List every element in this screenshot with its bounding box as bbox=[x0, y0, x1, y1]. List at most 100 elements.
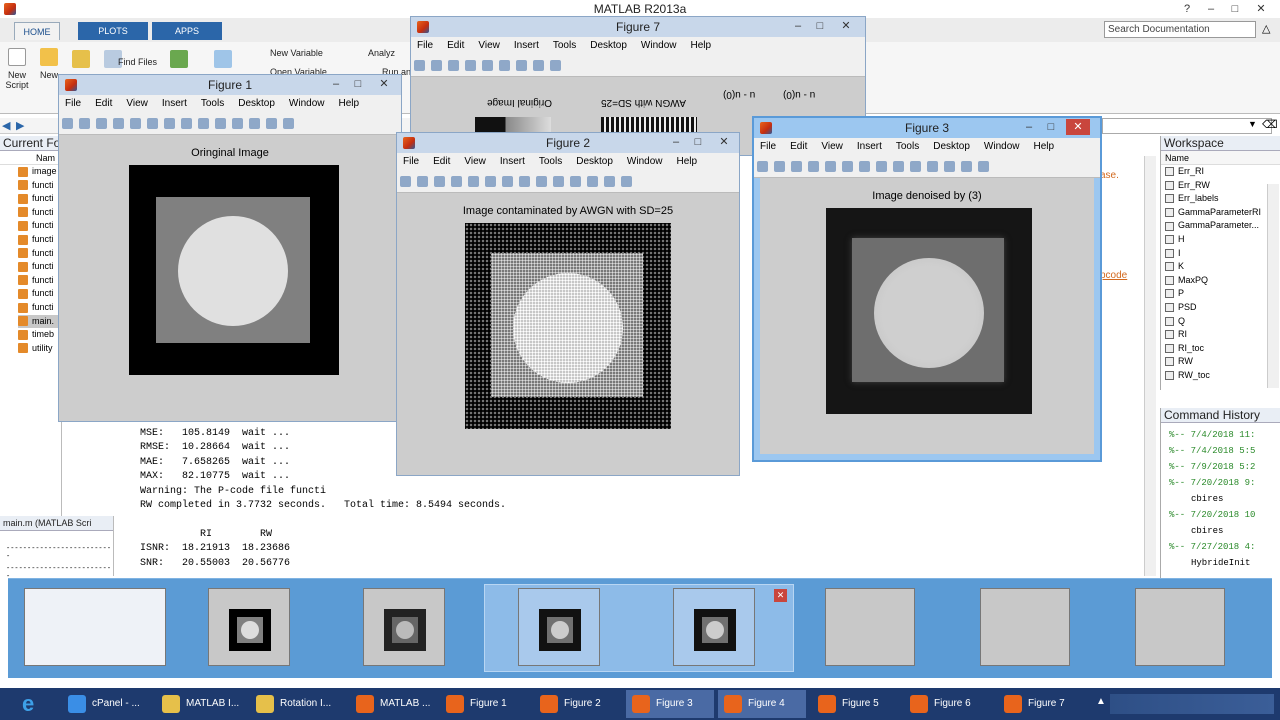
workspace-variable[interactable]: H bbox=[1165, 233, 1280, 247]
workspace-variable[interactable]: RI bbox=[1165, 328, 1280, 342]
data-cursor-icon[interactable] bbox=[553, 176, 564, 187]
minimize-icon[interactable]: – bbox=[665, 133, 687, 151]
zoom-in-icon[interactable] bbox=[485, 176, 496, 187]
thumb-matlab-desktop[interactable] bbox=[24, 588, 166, 666]
menu-file[interactable]: File bbox=[403, 156, 419, 167]
zoom-out-icon[interactable] bbox=[859, 161, 870, 172]
thumb-figure-3[interactable] bbox=[518, 588, 600, 666]
menu-edit[interactable]: Edit bbox=[95, 98, 112, 109]
legend-icon[interactable] bbox=[978, 161, 989, 172]
new-button[interactable]: New bbox=[38, 48, 60, 80]
path-dropdown[interactable]: ▼ bbox=[1102, 118, 1272, 134]
maximize-icon[interactable]: □ bbox=[809, 17, 831, 35]
rotate-icon[interactable] bbox=[550, 60, 561, 71]
workspace-variable[interactable]: PSD bbox=[1165, 301, 1280, 315]
menu-file[interactable]: File bbox=[65, 98, 81, 109]
minimize-icon[interactable]: – bbox=[1018, 118, 1040, 136]
open-icon[interactable] bbox=[431, 60, 442, 71]
folder-item[interactable]: image bbox=[18, 165, 61, 179]
history-entry[interactable]: %-- 7/20/2018 9: bbox=[1169, 475, 1280, 491]
print-icon[interactable] bbox=[451, 176, 462, 187]
new-figure-icon[interactable] bbox=[400, 176, 411, 187]
new-figure-icon[interactable] bbox=[62, 118, 73, 129]
brush-icon[interactable] bbox=[927, 161, 938, 172]
brush-icon[interactable] bbox=[232, 118, 243, 129]
taskbar-button[interactable]: Figure 5 bbox=[812, 690, 900, 718]
workspace-variable[interactable]: P bbox=[1165, 287, 1280, 301]
open-folder-icon[interactable] bbox=[72, 50, 90, 68]
open-icon[interactable] bbox=[79, 118, 90, 129]
workspace-variable[interactable]: GammaParameter... bbox=[1165, 219, 1280, 233]
menu-insert[interactable]: Insert bbox=[162, 98, 187, 109]
maximize-icon[interactable]: □ bbox=[347, 75, 369, 93]
folder-item[interactable]: functi bbox=[18, 260, 61, 274]
tab-apps[interactable]: APPS bbox=[152, 22, 222, 40]
folder-item[interactable]: functi bbox=[18, 206, 61, 220]
menu-help[interactable]: Help bbox=[677, 156, 698, 167]
pointer-icon[interactable] bbox=[130, 118, 141, 129]
minimize-icon[interactable]: – bbox=[325, 75, 347, 93]
data-cursor-icon[interactable] bbox=[910, 161, 921, 172]
taskbar-button[interactable]: Figure 6 bbox=[904, 690, 992, 718]
close-icon[interactable]: ✕ bbox=[1066, 119, 1090, 135]
menu-view[interactable]: View bbox=[464, 156, 486, 167]
thumb-figure-5[interactable] bbox=[825, 588, 915, 666]
minimize-icon[interactable]: – bbox=[1198, 1, 1224, 17]
zoom-out-icon[interactable] bbox=[164, 118, 175, 129]
history-entry[interactable]: %-- 7/4/2018 11: bbox=[1169, 427, 1280, 443]
forward-icon[interactable]: ▶ bbox=[16, 119, 24, 132]
menu-file[interactable]: File bbox=[760, 141, 776, 152]
data-cursor-icon[interactable] bbox=[215, 118, 226, 129]
menu-insert[interactable]: Insert bbox=[500, 156, 525, 167]
tray-arrow-icon[interactable]: ▲ bbox=[1096, 696, 1106, 707]
history-entry[interactable]: cbires bbox=[1169, 523, 1280, 539]
figure-3-window[interactable]: Figure 3 – □ ✕ File Edit View Insert Tools De… bbox=[752, 116, 1102, 462]
menu-window[interactable]: Window bbox=[627, 156, 663, 167]
filter-icon[interactable]: △ bbox=[1262, 22, 1270, 35]
zoom-in-icon[interactable] bbox=[842, 161, 853, 172]
save-icon[interactable] bbox=[96, 118, 107, 129]
find-files-button[interactable]: Find Files bbox=[118, 57, 157, 67]
help-icon[interactable]: ? bbox=[1174, 1, 1200, 17]
workspace-variable[interactable]: RW bbox=[1165, 355, 1280, 369]
taskbar-button[interactable]: Figure 7 bbox=[998, 690, 1086, 718]
tab-plots[interactable]: PLOTS bbox=[78, 22, 148, 40]
workspace-variable[interactable]: RW_toc bbox=[1165, 369, 1280, 383]
maximize-icon[interactable]: □ bbox=[1222, 1, 1248, 17]
folder-item[interactable]: functi bbox=[18, 274, 61, 288]
workspace-variable[interactable]: RI_toc bbox=[1165, 342, 1280, 356]
workspace-variable[interactable]: Err_RW bbox=[1165, 179, 1280, 193]
history-entry[interactable]: %-- 7/20/2018 10 bbox=[1169, 507, 1280, 523]
menu-tools[interactable]: Tools bbox=[896, 141, 919, 152]
menu-insert[interactable]: Insert bbox=[857, 141, 882, 152]
menu-desktop[interactable]: Desktop bbox=[590, 40, 627, 51]
close-icon[interactable]: ✕ bbox=[1248, 1, 1274, 17]
zoom-in-icon[interactable] bbox=[147, 118, 158, 129]
menu-window[interactable]: Window bbox=[984, 141, 1020, 152]
analyze-code-button[interactable]: Analyz bbox=[368, 48, 395, 58]
colorbar-icon[interactable] bbox=[266, 118, 277, 129]
internet-explorer-icon[interactable]: e bbox=[22, 692, 48, 716]
taskbar-button[interactable]: Figure 3 bbox=[626, 690, 714, 718]
maximize-icon[interactable]: □ bbox=[1040, 118, 1062, 136]
taskbar-button[interactable]: MATLAB I... bbox=[156, 690, 244, 718]
zoom-out-icon[interactable] bbox=[502, 176, 513, 187]
save-workspace-icon[interactable] bbox=[214, 50, 232, 68]
system-tray[interactable] bbox=[1110, 694, 1274, 714]
folder-item[interactable]: functi bbox=[18, 219, 61, 233]
menu-help[interactable]: Help bbox=[339, 98, 360, 109]
rotate-icon[interactable] bbox=[893, 161, 904, 172]
rotate-icon[interactable] bbox=[198, 118, 209, 129]
figure-2-window[interactable]: Figure 2 – □ ✕ File Edit View Insert Tools De… bbox=[396, 132, 740, 476]
thumb-figure-2[interactable] bbox=[363, 588, 445, 666]
taskbar-button[interactable]: Figure 2 bbox=[534, 690, 622, 718]
new-figure-icon[interactable] bbox=[414, 60, 425, 71]
workspace-variable[interactable]: Err_RI bbox=[1165, 165, 1280, 179]
menu-tools[interactable]: Tools bbox=[539, 156, 562, 167]
pan-icon[interactable] bbox=[519, 176, 530, 187]
workspace-variable[interactable]: I bbox=[1165, 247, 1280, 261]
print-icon[interactable] bbox=[808, 161, 819, 172]
pointer-icon[interactable] bbox=[468, 176, 479, 187]
back-icon[interactable]: ◀ bbox=[2, 119, 10, 132]
link-icon[interactable] bbox=[944, 161, 955, 172]
